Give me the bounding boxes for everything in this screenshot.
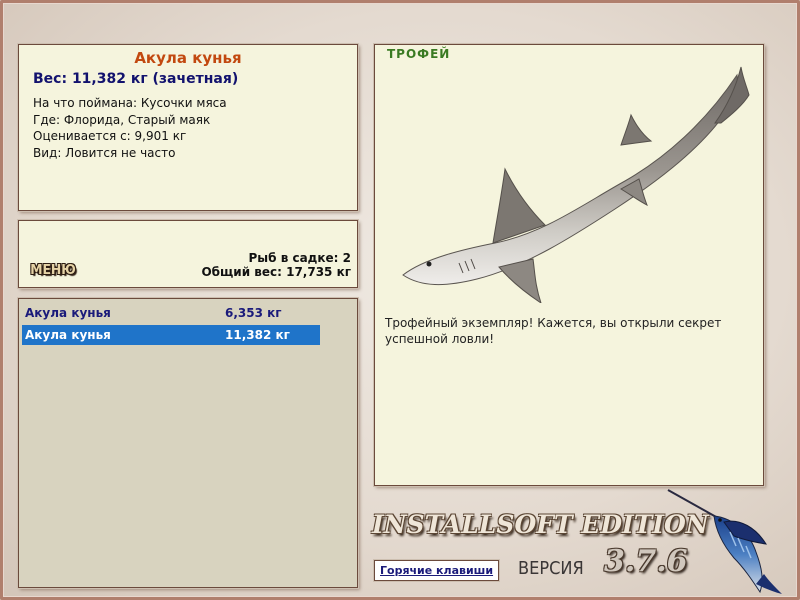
version-label: ВЕРСИЯ [518,558,584,579]
fish-title: Акула кунья [134,49,242,67]
bait-line: На что поймана: Кусочки мяса [33,96,227,110]
list-item-selected[interactable]: Акула кунья 11,382 кг [22,325,320,345]
marlin-icon [667,489,782,594]
rating-line: Оценивается с: 9,901 кг [33,129,187,143]
trophy-description: Трофейный экземпляр! Кажется, вы открыли… [385,316,722,346]
fish-count: Рыб в садке: 2 [248,251,352,265]
hotkeys-link[interactable]: Горячие клавиши [374,560,500,581]
fish-info-panel: Акула кунья Вес: 11,382 кг (зачетная) На… [18,44,358,211]
list-item-weight: 6,353 кг [225,306,282,320]
list-item[interactable]: Акула кунья 6,353 кг [22,303,320,323]
list-item-name: Акула кунья [25,328,111,342]
catch-summary-panel: МЕНЮ Рыб в садке: 2 Общий вес: 17,735 кг [18,220,358,288]
edition-logo-text: INSTALLSOFT EDITION [372,510,709,539]
list-item-name: Акула кунья [25,306,111,320]
catch-list-panel: Акула кунья 6,353 кг Акула кунья 11,382 … [18,298,358,588]
menu-button[interactable]: МЕНЮ [30,263,76,278]
trophy-panel: ТРОФЕЙ Трофейный экземпляр! Кажется, вы … [374,44,764,486]
shark-image [402,66,750,303]
total-weight: Общий вес: 17,735 кг [201,265,351,279]
rarity-line: Вид: Ловится не часто [33,145,176,160]
fish-weight: Вес: 11,382 кг (зачетная) [33,71,239,87]
location-line: Где: Флорида, Старый маяк [33,112,211,127]
fish-details: На что поймана: Кусочки мяса Где: Флорид… [33,95,227,161]
list-item-weight: 11,382 кг [225,328,290,342]
